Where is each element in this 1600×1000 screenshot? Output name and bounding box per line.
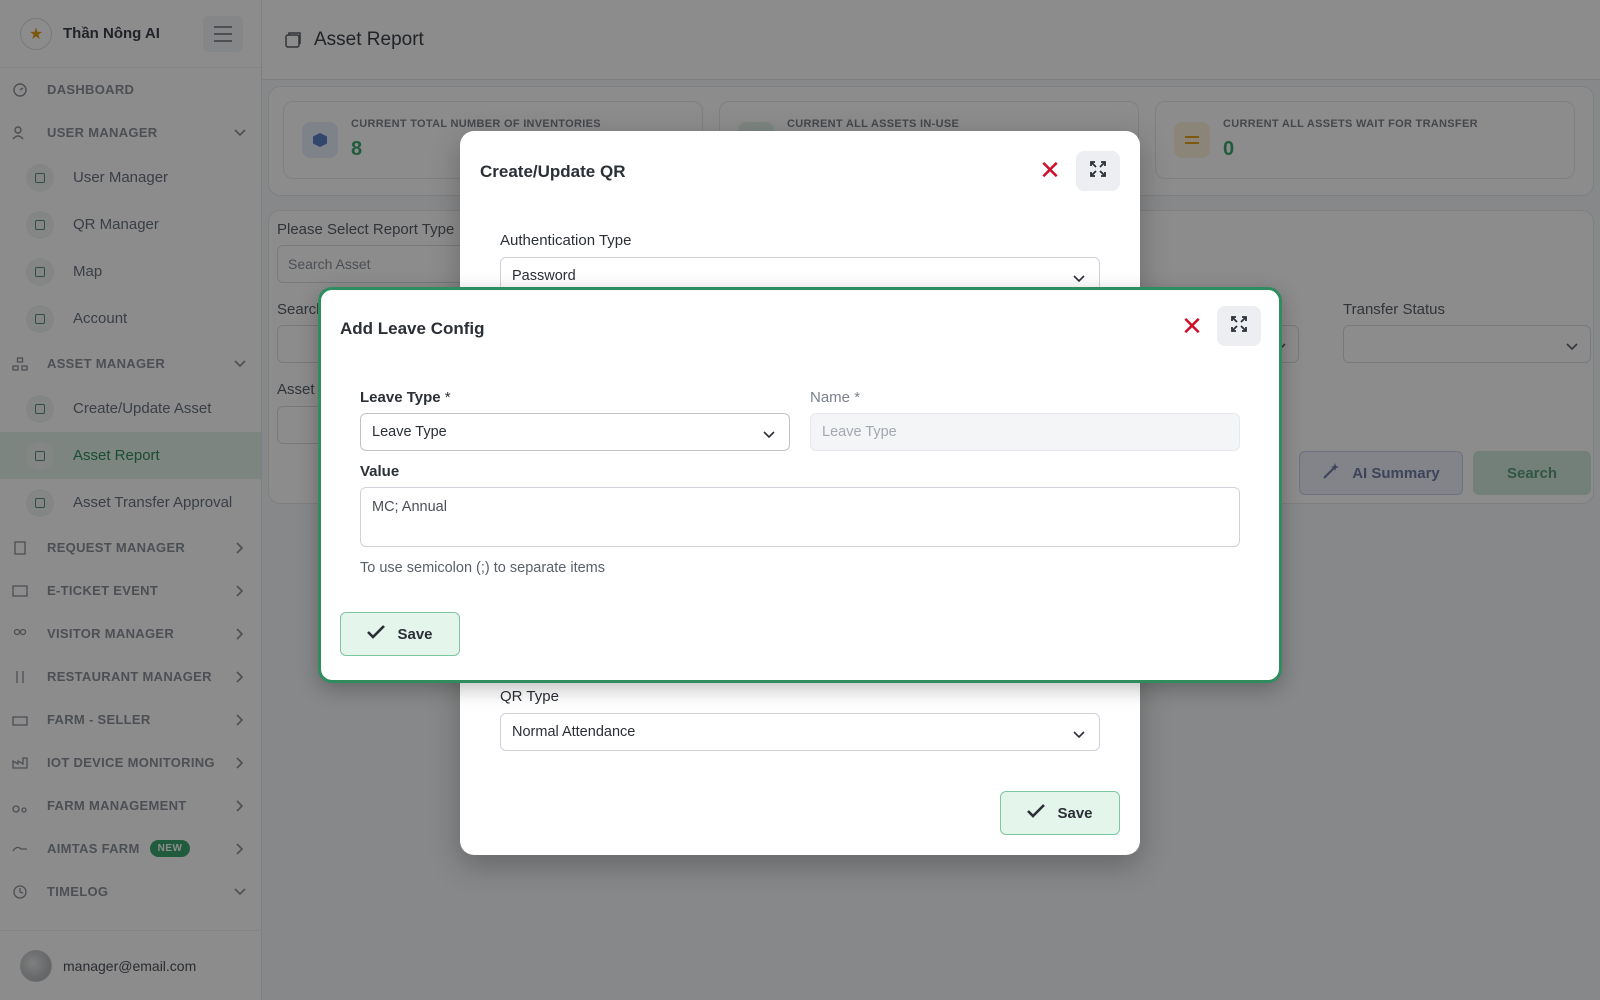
auth-type-label: Authentication Type	[500, 232, 632, 249]
name-label-text: Name	[810, 389, 851, 406]
required-mark: *	[444, 389, 451, 406]
name-input[interactable]: Leave Type	[810, 413, 1240, 451]
leave-type-value: Leave Type	[372, 424, 447, 440]
check-icon	[367, 625, 386, 643]
qr-type-value: Normal Attendance	[512, 724, 636, 740]
value-textarea[interactable]: MC; Annual	[360, 487, 1240, 547]
value-label: Value	[360, 463, 400, 480]
leave-type-label-text: Leave Type	[360, 389, 441, 406]
maximize-icon	[1231, 315, 1247, 337]
value-hint: To use semicolon (;) to separate items	[360, 560, 605, 576]
leave-type-label: Leave Type *	[360, 389, 451, 406]
qr-save-button[interactable]: Save	[1000, 791, 1120, 835]
save-label: Save	[397, 625, 433, 643]
chevron-down-icon	[1073, 271, 1085, 287]
modal-title: Create/Update QR	[480, 162, 626, 181]
auth-type-value: Password	[512, 268, 576, 284]
close-icon[interactable]: ✕	[1036, 156, 1064, 184]
leave-type-select[interactable]: Leave Type	[360, 413, 790, 451]
maximize-icon	[1090, 160, 1106, 182]
close-icon[interactable]: ✕	[1178, 312, 1206, 340]
required-mark: *	[854, 389, 861, 406]
save-label: Save	[1057, 804, 1093, 822]
maximize-button[interactable]	[1217, 306, 1261, 346]
leave-save-button[interactable]: Save	[340, 612, 460, 656]
qr-type-select[interactable]: Normal Attendance	[500, 713, 1100, 751]
add-leave-config-modal: Add Leave Config ✕ Leave Type * Leave Ty…	[318, 287, 1282, 683]
check-icon	[1027, 804, 1046, 822]
chevron-down-icon	[763, 427, 775, 443]
qr-type-label: QR Type	[500, 688, 559, 705]
chevron-down-icon	[1073, 727, 1085, 743]
name-label: Name *	[810, 389, 860, 406]
modal-title: Add Leave Config	[340, 319, 485, 338]
maximize-button[interactable]	[1076, 151, 1120, 191]
